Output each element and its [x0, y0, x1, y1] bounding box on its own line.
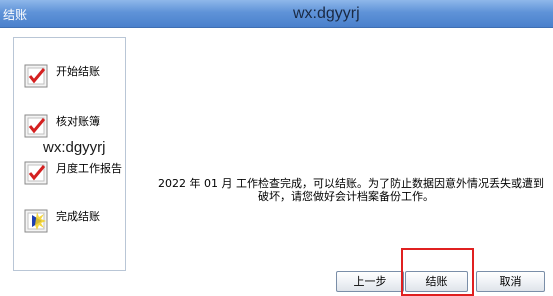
checked-step-icon	[24, 160, 50, 186]
status-message: 2022 年 01 月 工作检查完成，可以结账。为了防止数据因意外情况丢失或遭到…	[158, 177, 553, 203]
step-label: 月度工作报告	[56, 162, 122, 175]
step-label: 完成结账	[56, 210, 100, 223]
checked-step-icon	[24, 63, 50, 89]
close-accounts-button[interactable]: 结账	[405, 271, 468, 292]
step-label: 核对账簿	[56, 115, 100, 128]
step-label: 开始结账	[56, 65, 100, 78]
watermark-overlay: wx:dgyyrj	[43, 139, 106, 156]
cancel-button[interactable]: 取消	[476, 271, 545, 292]
message-line-1: 2022 年 01 月 工作检查完成，可以结账。为了防止数据因意外情况丢失或遭到	[158, 177, 544, 190]
step-finish-closing: 完成结账	[24, 208, 124, 238]
message-line-2: 破坏，请您做好会计档案备份工作。	[258, 190, 434, 203]
checked-step-icon	[24, 113, 50, 139]
watermark-text: wx:dgyyrj	[293, 5, 360, 22]
window-title: 结账	[3, 8, 28, 22]
step-start-closing: 开始结账	[24, 63, 124, 93]
title-bar[interactable]: 结账 wx:dgyyrj	[0, 0, 553, 28]
finish-step-icon	[24, 208, 50, 234]
previous-step-button[interactable]: 上一步	[336, 271, 404, 292]
step-monthly-report: 月度工作报告	[24, 160, 124, 190]
